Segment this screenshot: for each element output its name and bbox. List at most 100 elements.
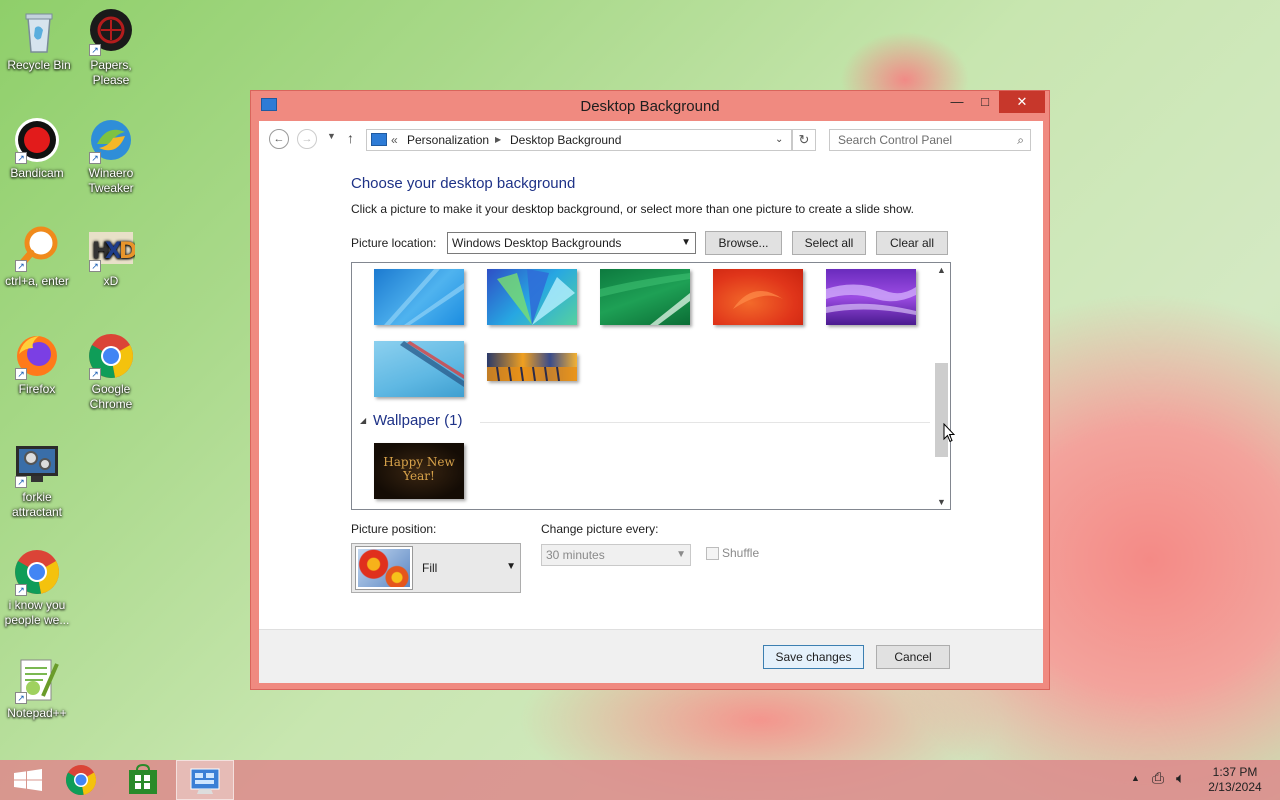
desktop-icon-notepad-plus-plus[interactable]: ↗ Notepad++ bbox=[0, 656, 76, 721]
wallpaper-group-header[interactable]: ◢ Wallpaper (1) bbox=[360, 412, 930, 432]
wallpaper-thumbnail[interactable] bbox=[374, 341, 464, 397]
wallpaper-thumbnail[interactable] bbox=[826, 269, 916, 325]
title-bar[interactable]: Desktop Background — □ ✕ bbox=[251, 91, 1049, 121]
up-icon[interactable]: ↑ bbox=[347, 130, 354, 146]
desktop-icon-label: Recycle Bin bbox=[7, 58, 71, 72]
volume-icon[interactable]: 🔈︎ bbox=[1176, 770, 1185, 800]
address-bar[interactable]: « Personalization ▶ Desktop Background ⌄ bbox=[366, 129, 792, 151]
network-icon[interactable]: ⎙ bbox=[1152, 770, 1164, 800]
clock-time: 1:37 PM bbox=[1212, 765, 1258, 779]
scroll-up-icon[interactable]: ▲ bbox=[933, 265, 950, 275]
shortcut-arrow-icon: ↗ bbox=[15, 368, 27, 380]
gallery-scrollbar[interactable]: ▲ ▼ bbox=[933, 263, 950, 509]
desktop-icon-xd[interactable]: HXD ↗ xD bbox=[72, 224, 150, 289]
desktop-icon-bandicam[interactable]: ↗ Bandicam bbox=[0, 116, 76, 181]
monitor-gear-icon: ↗ bbox=[13, 440, 61, 488]
svg-text:D: D bbox=[119, 239, 135, 264]
desktop-icon-winaero-tweaker[interactable]: ↗ Winaero Tweaker bbox=[72, 116, 150, 196]
breadcrumb-separator-icon[interactable]: ▶ bbox=[495, 130, 501, 150]
breadcrumb-personalization[interactable]: Personalization bbox=[407, 130, 489, 150]
desktop-icon-google-chrome[interactable]: ↗ Google Chrome bbox=[72, 332, 150, 412]
taskbar: ▲ ⎙ 🔈︎ 1:37 PM 2/13/2024 bbox=[0, 760, 1280, 800]
refresh-icon[interactable]: ↻ bbox=[792, 129, 816, 151]
show-hidden-icons-chevron-icon[interactable]: ▲ bbox=[1131, 773, 1140, 800]
back-icon[interactable]: ← bbox=[269, 129, 289, 149]
recent-locations-chevron-icon[interactable]: ▼ bbox=[327, 131, 336, 141]
browse-button[interactable]: Browse... bbox=[705, 231, 782, 255]
papers-please-icon: ↗ bbox=[87, 8, 135, 56]
change-picture-dropdown[interactable]: 30 minutes ▼ bbox=[541, 544, 691, 566]
clear-all-button[interactable]: Clear all bbox=[876, 231, 948, 255]
shortcut-arrow-icon: ↗ bbox=[89, 368, 101, 380]
cancel-button[interactable]: Cancel bbox=[876, 645, 950, 669]
page-description: Click a picture to make it your desktop … bbox=[351, 202, 914, 216]
shortcut-arrow-icon: ↗ bbox=[89, 152, 101, 164]
position-preview-image bbox=[356, 547, 412, 589]
scroll-down-icon[interactable]: ▼ bbox=[933, 497, 950, 507]
maximize-button[interactable]: □ bbox=[971, 91, 999, 113]
firefox-icon: ↗ bbox=[13, 332, 61, 380]
picture-position-dropdown[interactable]: Fill ▼ bbox=[351, 543, 521, 593]
minimize-button[interactable]: — bbox=[943, 91, 971, 113]
desktop-icon-label: Firefox bbox=[18, 382, 56, 396]
taskbar-control-panel-button[interactable] bbox=[176, 760, 234, 800]
page-heading: Choose your desktop background bbox=[351, 175, 576, 192]
breadcrumb-desktop-background[interactable]: Desktop Background bbox=[510, 130, 621, 150]
dialog-footer: Save changes Cancel bbox=[259, 629, 1043, 683]
desktop-icon-label: Papers, Please bbox=[90, 58, 132, 87]
desktop-icon-recycle-bin[interactable]: Recycle Bin bbox=[0, 8, 78, 73]
wallpaper-thumbnail[interactable] bbox=[600, 269, 690, 325]
search-input[interactable]: Search Control Panel ⌕ bbox=[829, 129, 1031, 151]
winaero-tweaker-icon: ↗ bbox=[87, 116, 135, 164]
shuffle-label: Shuffle bbox=[722, 546, 760, 560]
windows-logo-icon bbox=[14, 769, 42, 791]
chevron-down-icon: ▼ bbox=[506, 561, 516, 572]
taskbar-chrome-button[interactable] bbox=[54, 760, 112, 800]
chrome-icon: ↗ bbox=[13, 548, 61, 596]
wallpaper-thumbnail-text: Happy New Year! bbox=[383, 455, 455, 483]
search-icon[interactable]: ⌕ bbox=[1017, 130, 1024, 150]
wallpaper-thumbnail[interactable] bbox=[487, 353, 577, 382]
taskbar-store-button[interactable] bbox=[114, 760, 172, 800]
shuffle-checkbox[interactable] bbox=[706, 547, 719, 560]
chrome-icon: ↗ bbox=[87, 332, 135, 380]
desktop-icon-label: forkie attractant bbox=[11, 490, 63, 519]
close-button[interactable]: ✕ bbox=[999, 91, 1045, 113]
chevron-down-icon[interactable]: ⌄ bbox=[775, 130, 783, 150]
wallpaper-thumbnail-happy-new-year[interactable]: Happy New Year! bbox=[374, 443, 464, 499]
desktop-icon-papers-please[interactable]: ↗ Papers, Please bbox=[72, 8, 150, 88]
desktop-icon-firefox[interactable]: ↗ Firefox bbox=[0, 332, 76, 397]
shortcut-arrow-icon: ↗ bbox=[15, 692, 27, 704]
shortcut-arrow-icon: ↗ bbox=[89, 44, 101, 56]
store-icon bbox=[129, 763, 157, 794]
save-changes-button[interactable]: Save changes bbox=[763, 645, 864, 669]
desktop-icon-ctrl-a-enter[interactable]: ↗ ctrl+a, enter bbox=[0, 224, 76, 289]
forward-icon[interactable]: → bbox=[297, 129, 317, 149]
desktop-icon-label: Notepad++ bbox=[7, 706, 67, 720]
select-all-button[interactable]: Select all bbox=[792, 231, 866, 255]
shortcut-arrow-icon: ↗ bbox=[15, 152, 27, 164]
picture-location-row: Picture location: Windows Desktop Backgr… bbox=[351, 231, 951, 255]
window-title: Desktop Background bbox=[580, 98, 720, 115]
chevron-down-icon: ▼ bbox=[681, 237, 691, 248]
breadcrumb-overflow[interactable]: « bbox=[391, 130, 398, 150]
wallpaper-thumbnail[interactable] bbox=[487, 269, 577, 325]
start-button[interactable] bbox=[0, 760, 58, 800]
wallpaper-thumbnail[interactable] bbox=[713, 269, 803, 325]
wallpaper-thumbnail[interactable] bbox=[374, 269, 464, 325]
desktop-icon-i-know-you[interactable]: ↗ i know you people we... bbox=[0, 548, 76, 628]
notepad-plus-plus-icon: ↗ bbox=[13, 656, 61, 704]
shortcut-arrow-icon: ↗ bbox=[15, 584, 27, 596]
chrome-icon bbox=[65, 765, 97, 796]
clock[interactable]: 1:37 PM 2/13/2024 bbox=[1206, 765, 1264, 800]
window-client-area: ← → ▼ ↑ « Personalization ▶ Desktop Back… bbox=[259, 121, 1043, 683]
shortcut-arrow-icon: ↗ bbox=[89, 260, 101, 272]
navigation-bar: ← → ▼ ↑ « Personalization ▶ Desktop Back… bbox=[259, 121, 1043, 161]
picture-location-dropdown[interactable]: Windows Desktop Backgrounds ▼ bbox=[447, 232, 696, 254]
clock-date: 2/13/2024 bbox=[1208, 780, 1262, 794]
control-panel-icon bbox=[190, 768, 220, 794]
desktop-icon-forkie-attractant[interactable]: ↗ forkie attractant bbox=[0, 440, 76, 520]
control-panel-icon bbox=[371, 133, 387, 146]
magnifier-icon: ↗ bbox=[13, 224, 61, 272]
collapse-triangle-icon[interactable]: ◢ bbox=[360, 416, 366, 425]
